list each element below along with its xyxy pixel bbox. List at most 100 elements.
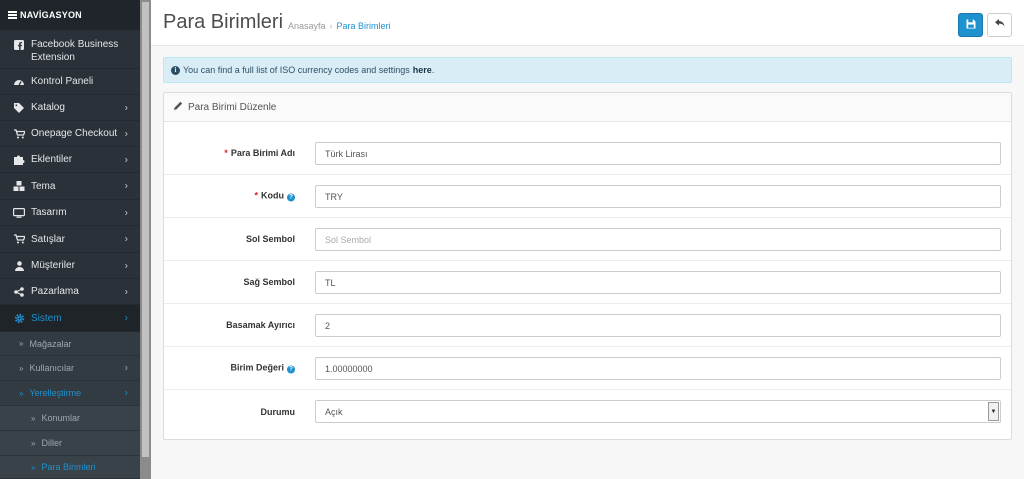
breadcrumb-separator: › bbox=[329, 21, 333, 31]
puzzle-icon bbox=[13, 154, 25, 166]
sidebar-item-customers[interactable]: Müşteriler › bbox=[0, 253, 140, 279]
double-chevron-right-icon: » bbox=[31, 438, 36, 448]
sidebar-subitem-languages[interactable]: » Diller bbox=[0, 431, 140, 456]
page-title: Para Birimleri bbox=[163, 11, 284, 33]
dropdown-arrow-icon[interactable]: ▼ bbox=[988, 402, 999, 421]
sidebar-item-label: Sistem bbox=[31, 312, 62, 324]
code-input[interactable] bbox=[315, 185, 1001, 208]
share-icon bbox=[13, 286, 25, 298]
navigation-title: NAVİGASYON bbox=[20, 10, 82, 20]
double-chevron-right-icon: » bbox=[31, 462, 36, 472]
sidebar-item-label: Pazarlama bbox=[31, 286, 79, 297]
pencil-icon bbox=[174, 101, 183, 113]
field-label: Durumu bbox=[260, 406, 296, 417]
gear-icon bbox=[13, 312, 25, 324]
cart-icon bbox=[13, 128, 25, 140]
sidebar-item-design[interactable]: Tasarım › bbox=[0, 200, 140, 226]
chevron-right-icon: › bbox=[124, 312, 128, 324]
double-chevron-right-icon: » bbox=[19, 363, 24, 373]
alert-text: You can find a full list of ISO currency… bbox=[183, 65, 410, 75]
reply-icon bbox=[994, 19, 1005, 31]
sidebar-item-label: Onepage Checkout bbox=[31, 128, 118, 139]
decimal-place-input[interactable] bbox=[315, 314, 1001, 337]
cubes-icon bbox=[13, 180, 25, 192]
required-marker: * bbox=[254, 190, 258, 201]
sidebar-subitem-label: Yerelleştirme bbox=[29, 388, 82, 398]
navigation-header[interactable]: NAVİGASYON bbox=[0, 0, 151, 30]
sidebar-item-marketing[interactable]: Pazarlama › bbox=[0, 279, 140, 305]
field-label: Sağ Sembol bbox=[243, 277, 295, 287]
page-header: Para Birimleri Anasayfa › Para Birimleri bbox=[151, 0, 1024, 46]
breadcrumb-home-link[interactable]: Anasayfa bbox=[288, 21, 326, 31]
monitor-icon bbox=[13, 207, 25, 219]
floppy-disk-icon bbox=[966, 19, 976, 32]
form-row-value: Birim Değeri? bbox=[164, 347, 1011, 390]
hamburger-icon bbox=[8, 10, 17, 21]
chevron-right-icon: › bbox=[124, 207, 128, 218]
alert-suffix: . bbox=[431, 65, 435, 75]
required-marker: * bbox=[224, 148, 228, 158]
sidebar-subitem-users[interactable]: » Kullanıcılar › bbox=[0, 356, 140, 381]
value-input[interactable] bbox=[315, 357, 1001, 380]
form-row-decimal-place: Basamak Ayırıcı bbox=[164, 304, 1011, 347]
sidebar-subitem-locations[interactable]: » Konumlar bbox=[0, 406, 140, 431]
sidebar-subitem-localisation[interactable]: » Yerelleştirme › bbox=[0, 381, 140, 406]
form-row-symbol-left: Sol Sembol bbox=[164, 218, 1011, 261]
symbol-left-input[interactable] bbox=[315, 228, 1001, 251]
chevron-right-icon: › bbox=[124, 154, 128, 165]
field-label: Basamak Ayırıcı bbox=[226, 320, 295, 330]
breadcrumb-current-link[interactable]: Para Birimleri bbox=[337, 21, 391, 31]
status-select[interactable]: Açık ▼ bbox=[315, 400, 1001, 423]
sidebar-subitem-label: Konumlar bbox=[41, 413, 80, 423]
help-icon[interactable]: ? bbox=[287, 193, 295, 202]
panel-heading: Para Birimi Düzenle bbox=[164, 93, 1011, 122]
sidebar-item-label: Müşteriler bbox=[31, 260, 75, 271]
form-row-status: Durumu Açık ▼ bbox=[164, 390, 1011, 433]
sidebar-item-theme[interactable]: Tema › bbox=[0, 173, 140, 200]
alert-here-link[interactable]: here bbox=[413, 65, 432, 75]
sidebar-scrollbar[interactable] bbox=[140, 0, 151, 479]
sidebar-scrollbar-thumb[interactable] bbox=[142, 2, 149, 457]
chevron-right-icon: › bbox=[124, 286, 128, 297]
sidebar-subitem-currencies[interactable]: » Para Birimleri bbox=[0, 456, 140, 479]
sidebar-subitem-stores[interactable]: » Mağazalar bbox=[0, 332, 140, 356]
save-button[interactable] bbox=[958, 13, 983, 37]
sidebar-item-label: Tasarım bbox=[31, 207, 67, 218]
sidebar-item-dashboard[interactable]: Kontrol Paneli bbox=[0, 69, 140, 95]
tags-icon bbox=[13, 102, 25, 114]
sidebar-item-sales[interactable]: Satışlar › bbox=[0, 226, 140, 253]
sidebar-item-label: Satışlar bbox=[31, 233, 65, 245]
sidebar: NAVİGASYON Facebook Business Extension K… bbox=[0, 0, 151, 479]
symbol-right-input[interactable] bbox=[315, 271, 1001, 294]
sidebar-subitem-label: Diller bbox=[41, 438, 62, 448]
help-icon[interactable]: ? bbox=[287, 365, 295, 374]
panel-title: Para Birimi Düzenle bbox=[188, 101, 277, 113]
dashboard-icon bbox=[13, 76, 25, 88]
sidebar-item-extensions[interactable]: Eklentiler › bbox=[0, 147, 140, 173]
chevron-right-icon: › bbox=[124, 387, 128, 399]
sidebar-item-onepage-checkout[interactable]: Onepage Checkout › bbox=[0, 121, 140, 147]
cart-icon bbox=[13, 233, 25, 245]
sidebar-item-catalog[interactable]: Katalog › bbox=[0, 95, 140, 121]
currency-title-input[interactable] bbox=[315, 142, 1001, 165]
facebook-square-icon bbox=[13, 39, 25, 51]
chevron-right-icon: › bbox=[124, 180, 128, 192]
sidebar-item-system[interactable]: Sistem › bbox=[0, 305, 140, 332]
field-label: * Kodu? bbox=[254, 191, 295, 202]
sidebar-item-facebook[interactable]: Facebook Business Extension bbox=[0, 31, 140, 69]
info-circle-icon: i bbox=[171, 65, 180, 75]
sidebar-item-label: Tema bbox=[31, 180, 56, 192]
sidebar-subitem-label: Para Birimleri bbox=[41, 462, 96, 472]
field-label: Sol Sembol bbox=[245, 234, 295, 244]
sidebar-subitem-label: Mağazalar bbox=[29, 338, 72, 349]
sidebar-item-label: Facebook Business Extension bbox=[31, 39, 119, 63]
field-label: Birim Değeri? bbox=[230, 363, 295, 374]
form-row-symbol-right: Sağ Sembol bbox=[164, 261, 1011, 304]
chevron-right-icon: › bbox=[124, 233, 128, 245]
form-row-code: * Kodu? bbox=[164, 175, 1011, 218]
chevron-right-icon: › bbox=[124, 362, 128, 374]
info-alert: i You can find a full list of ISO curren… bbox=[163, 57, 1012, 83]
back-button[interactable] bbox=[987, 13, 1012, 37]
sidebar-subitem-label: Kullanıcılar bbox=[29, 363, 74, 373]
field-label: * Para Birimi Adı bbox=[224, 148, 295, 158]
